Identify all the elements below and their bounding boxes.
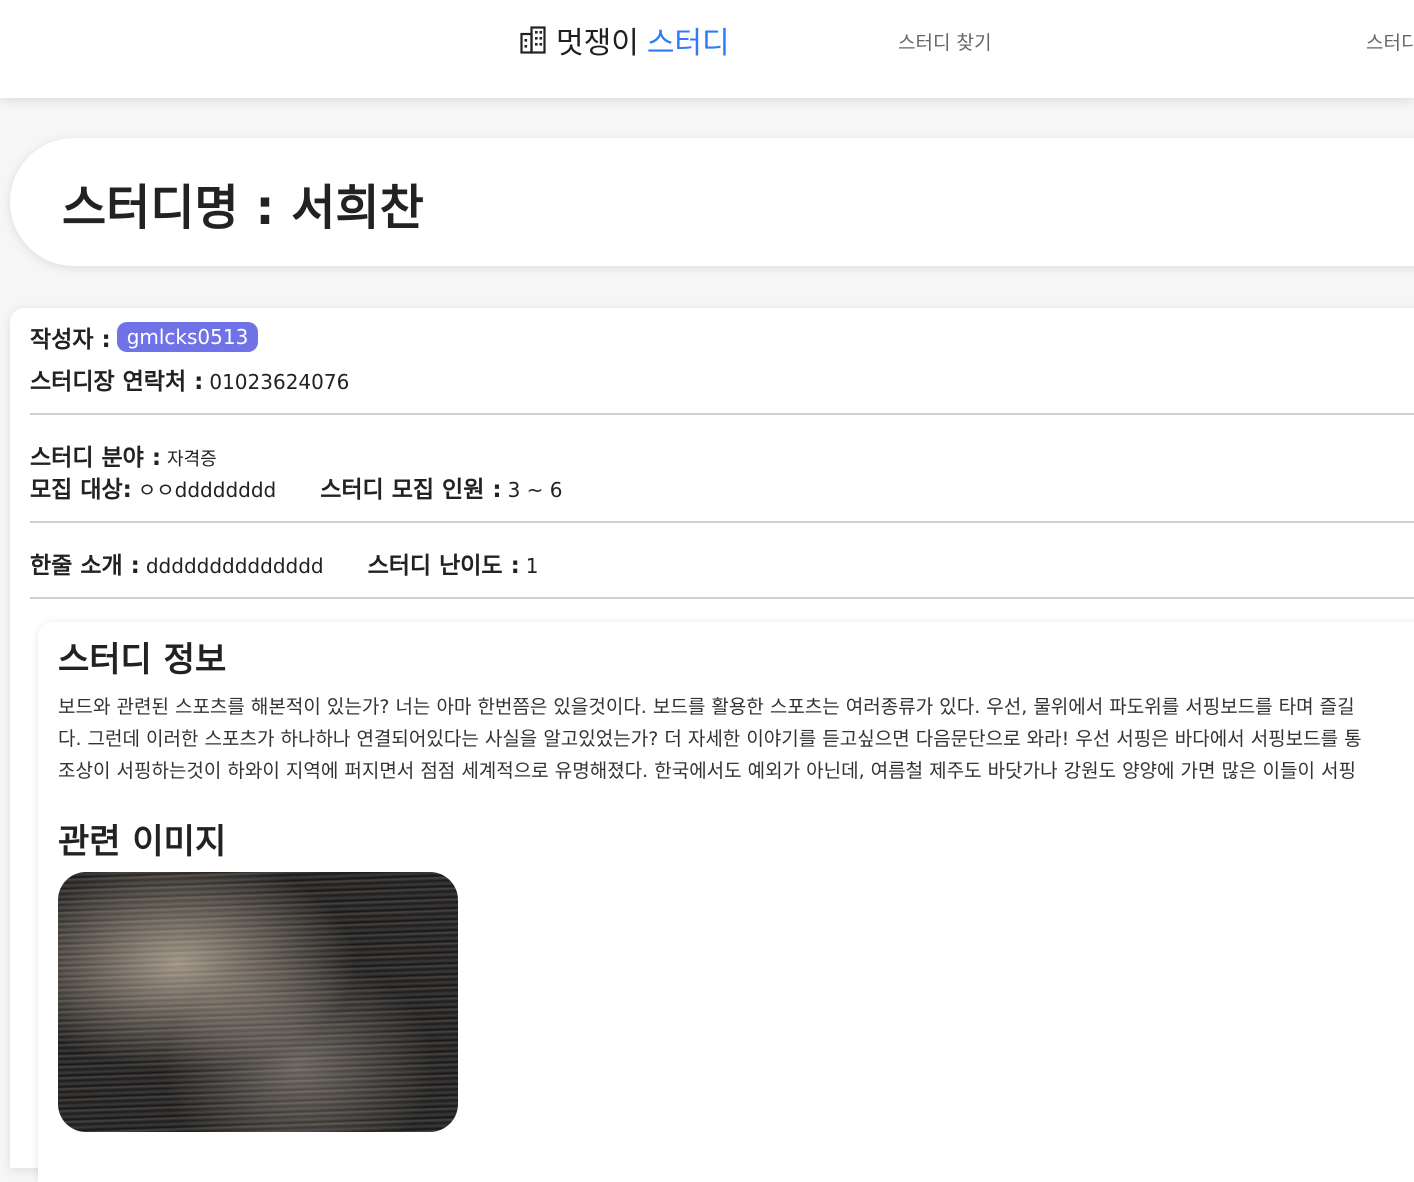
capacity-label: 스터디 모집 인원 : — [320, 477, 502, 503]
study-info-card: 스터디 정보 보드와 관련된 스포츠를 해본적이 있는가? 너는 아마 한번쯤은… — [38, 622, 1414, 1182]
study-info-line: 보드와 관련된 스포츠를 해본적이 있는가? 너는 아마 한번쯤은 있을것이다.… — [58, 696, 1355, 718]
intro-value: dddddddddddddd — [145, 554, 324, 578]
difficulty-value: 1 — [525, 554, 539, 578]
nav-link-study[interactable]: 스터디 — [1366, 28, 1414, 55]
author-row: 작성자 : gmlcks0513 — [30, 320, 259, 354]
related-image-water[interactable] — [58, 872, 458, 1132]
building-icon — [520, 26, 546, 54]
page-title: 스터디명 : 서희찬 — [62, 180, 424, 236]
divider — [30, 413, 1414, 415]
brand-logo[interactable]: 멋쟁이 스터디 — [520, 20, 730, 61]
intro-row: 한줄 소개 : dddddddddddddd 스터디 난이도 : 1 — [30, 546, 539, 580]
contact-label: 스터디장 연락처 : — [30, 369, 204, 395]
author-badge[interactable]: gmlcks0513 — [116, 322, 259, 352]
study-title-banner: 스터디명 : 서희찬 — [10, 138, 1414, 266]
target-value: ㅇㅇdddddddd — [137, 478, 277, 502]
field-label: 스터디 분야 : — [30, 445, 162, 471]
target-row: 모집 대상: ㅇㅇdddddddd 스터디 모집 인원 : 3 ~ 6 — [30, 470, 563, 504]
field-value: 자격증 — [167, 449, 217, 470]
related-images-heading: 관련 이미지 — [58, 822, 227, 862]
target-label: 모집 대상: — [30, 477, 132, 503]
study-detail-card: 작성자 : gmlcks0513 스터디장 연락처 : 01023624076 … — [10, 308, 1414, 1182]
brand-name: 멋쟁이 — [556, 26, 639, 61]
top-navbar: 멋쟁이 스터디 스터디 찾기 스터디 — [0, 0, 1414, 98]
brand-accent: 스터디 — [646, 26, 730, 61]
author-label: 작성자 : — [30, 327, 111, 353]
capacity-value: 3 ~ 6 — [507, 478, 563, 502]
contact-value: 01023624076 — [209, 370, 350, 394]
study-info-line: 조상이 서핑하는것이 하와이 지역에 퍼지면서 점점 세계적으로 유명해졌다. … — [58, 760, 1356, 782]
nav-link-find-study[interactable]: 스터디 찾기 — [898, 28, 991, 55]
study-info-line: 다. 그런데 이러한 스포츠가 하나하나 연결되어있다는 사실을 알고있었는가?… — [58, 728, 1362, 750]
study-info-heading: 스터디 정보 — [58, 640, 227, 680]
divider — [30, 597, 1414, 599]
field-row: 스터디 분야 : 자격증 — [30, 438, 217, 472]
divider — [30, 521, 1414, 523]
difficulty-label: 스터디 난이도 : — [367, 553, 520, 579]
intro-label: 한줄 소개 : — [30, 553, 140, 579]
contact-row: 스터디장 연락처 : 01023624076 — [30, 362, 349, 396]
